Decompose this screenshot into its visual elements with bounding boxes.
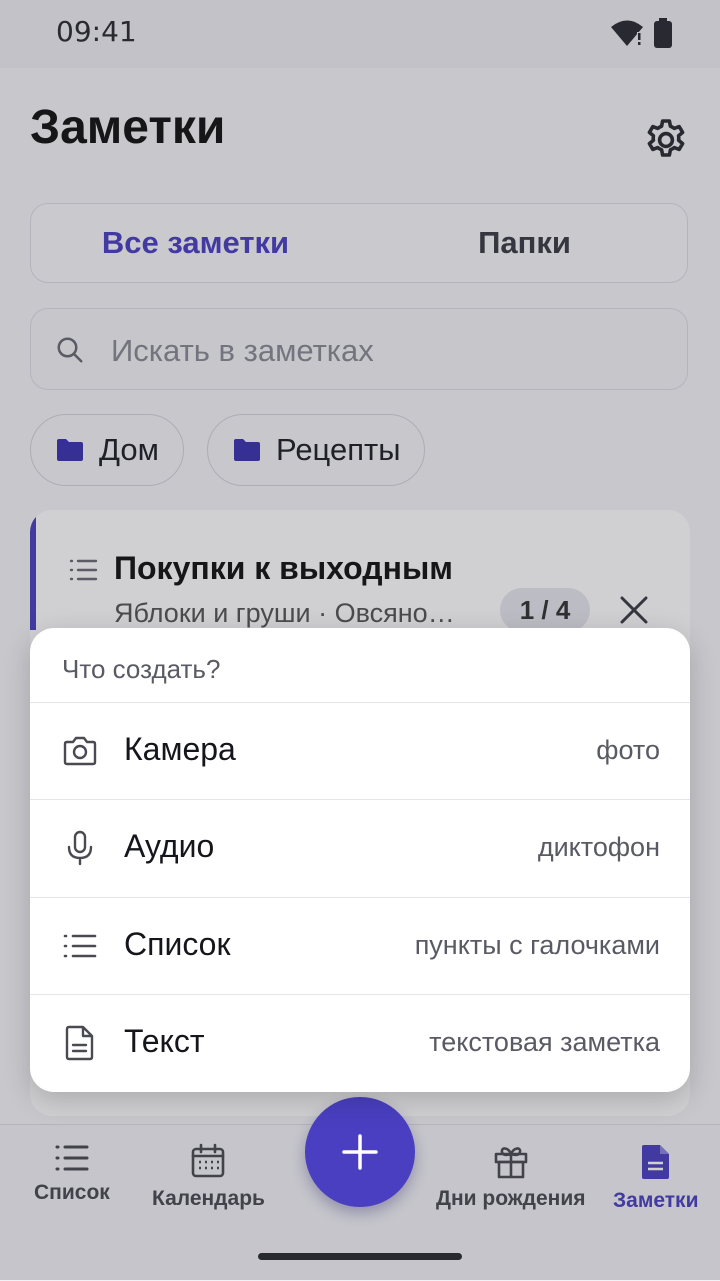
option-label: Камера xyxy=(124,731,236,767)
document-icon xyxy=(65,1025,94,1061)
create-option-camera[interactable]: Камера фото xyxy=(30,703,690,799)
create-menu: Что создать? Камера фото Аудио диктофон xyxy=(30,628,690,1092)
option-hint: текстовая заметка xyxy=(429,1027,660,1057)
option-label: Список xyxy=(124,926,231,962)
create-menu-title: Что создать? xyxy=(62,654,221,684)
option-hint: фото xyxy=(596,735,660,765)
create-option-text[interactable]: Текст текстовая заметка xyxy=(30,995,690,1091)
create-option-list[interactable]: Список пункты с галочками xyxy=(30,898,690,994)
option-hint: диктофон xyxy=(537,832,660,862)
plus-icon xyxy=(342,1134,378,1170)
microphone-icon xyxy=(67,830,93,866)
option-label: Аудио xyxy=(124,828,215,864)
notes-screen: 09:41 Заметки Все заметки Папки Искать в… xyxy=(0,0,720,1281)
option-label: Текст xyxy=(124,1023,205,1059)
create-option-audio[interactable]: Аудио диктофон xyxy=(30,800,690,896)
list-icon xyxy=(63,934,97,958)
add-note-button[interactable] xyxy=(305,1097,415,1207)
camera-icon xyxy=(63,736,97,766)
option-hint: пункты с галочками xyxy=(414,930,660,960)
